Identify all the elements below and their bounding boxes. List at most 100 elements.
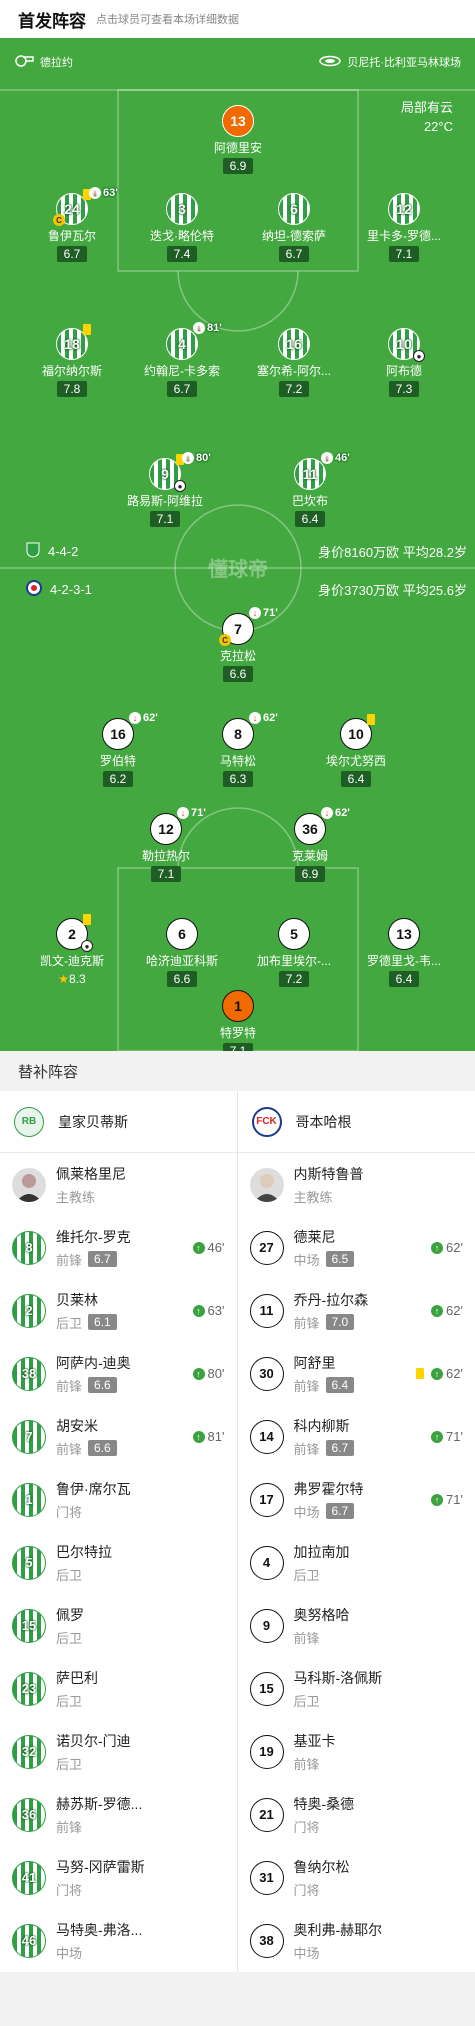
sub-player-row[interactable]: 21 特奥-桑德 门将 bbox=[238, 1783, 475, 1846]
away-player[interactable]: 10 埃尔尤努西 6.4 bbox=[306, 714, 406, 788]
sub-player-row[interactable]: 36 赫苏斯-罗德... 前锋 bbox=[0, 1783, 237, 1846]
shirt-number: 13 bbox=[230, 113, 246, 129]
sub-off: ↓ 62' bbox=[321, 807, 350, 819]
sub-name: 赫苏斯-罗德... bbox=[56, 1795, 143, 1812]
sub-name: 佩罗 bbox=[56, 1606, 84, 1623]
shirt-number: 9 bbox=[161, 466, 169, 482]
sub-position: 后卫 bbox=[56, 1567, 83, 1583]
sub-player-row[interactable]: 14 科内柳斯 前锋 6.7 ↑ 71' bbox=[238, 1405, 475, 1468]
rating: ★8.3 bbox=[53, 971, 90, 987]
shirt-icon: 12 ↓ 71' bbox=[150, 807, 206, 845]
shirt-number: 38 bbox=[259, 1933, 274, 1948]
sub-minute: 71' bbox=[263, 607, 278, 619]
sub-player-row[interactable]: 32 诺贝尔-门迪 后卫 bbox=[0, 1720, 237, 1783]
away-player[interactable]: 1 特罗特 7.1 bbox=[188, 990, 288, 1051]
sub-player-row[interactable]: 41 马努-冈萨雷斯 门将 bbox=[0, 1846, 237, 1909]
sub-player-row[interactable]: 4 加拉南加 后卫 bbox=[238, 1531, 475, 1594]
shirt-number: 12 bbox=[396, 201, 412, 217]
shirt-icon: 12 bbox=[388, 193, 420, 225]
sub-in-minute: 71' bbox=[446, 1429, 463, 1444]
shirt-icon: 5 bbox=[12, 1545, 46, 1580]
away-player[interactable]: 5 加布里埃尔-... 7.2 bbox=[244, 918, 344, 988]
player-name: 哈济迪亚科斯 bbox=[145, 954, 218, 968]
shirt-icon: 9 ● ↓ 80' bbox=[149, 452, 211, 492]
sub-player-row[interactable]: 31 鲁纳尔松 门将 bbox=[238, 1846, 475, 1909]
sub-name: 胡安米 bbox=[56, 1417, 98, 1434]
away-player[interactable]: 7 C ↓ 71' 克拉松 6.6 bbox=[188, 607, 288, 683]
sub-player-row[interactable]: 38 奥利弗-赫耶尔 中场 bbox=[238, 1909, 475, 1972]
rating: 7.4 bbox=[167, 246, 197, 262]
away-player[interactable]: 8 ↓ 62' 马特松 6.3 bbox=[188, 712, 288, 788]
away-player[interactable]: 16 ↓ 62' 罗伯特 6.2 bbox=[68, 712, 168, 788]
sub-player-row[interactable]: 23 萨巴利 后卫 bbox=[0, 1657, 237, 1720]
away-player[interactable]: 2 ● 凯文-迪克斯 ★8.3 bbox=[22, 914, 122, 988]
sub-player-row[interactable]: 38 阿萨内-迪奥 前锋 6.6 ↑ 80' bbox=[0, 1342, 237, 1405]
shirt-number: 32 bbox=[21, 1744, 37, 1759]
sub-player-row[interactable]: 2 贝莱林 后卫 6.1 ↑ 63' bbox=[0, 1279, 237, 1342]
sub-player-row[interactable]: 5 巴尔特拉 后卫 bbox=[0, 1531, 237, 1594]
sub-player-row[interactable]: 7 胡安米 前锋 6.6 ↑ 81' bbox=[0, 1405, 237, 1468]
shirt-number: 16 bbox=[110, 726, 126, 742]
home-player[interactable]: 6 纳坦-德索萨 6.7 bbox=[244, 193, 344, 263]
shirt-icon: 23 bbox=[12, 1671, 46, 1706]
sub-in-minute: 71' bbox=[446, 1492, 463, 1507]
home-player[interactable]: 24 C ↓ 63' 鲁伊瓦尔 6.7 bbox=[22, 187, 122, 263]
away-player[interactable]: 6 哈济迪亚科斯 6.6 bbox=[132, 918, 232, 988]
home-player[interactable]: 16 塞尔希-阿尔... 7.2 bbox=[244, 328, 344, 398]
shirt-number: 19 bbox=[259, 1744, 274, 1759]
sub-in-minute: 81' bbox=[207, 1429, 225, 1444]
sub-out-icon: ↓ bbox=[321, 807, 333, 819]
sub-player-row[interactable]: 46 马特奥-弗洛... 中场 bbox=[0, 1909, 237, 1972]
shirt-number: 27 bbox=[259, 1240, 274, 1255]
sub-player-row[interactable]: 19 基亚卡 前锋 bbox=[238, 1720, 475, 1783]
sub-player-row[interactable]: 17 弗罗霍尔特 中场 6.7 ↑ 71' bbox=[238, 1468, 475, 1531]
sub-in-minute: 63' bbox=[207, 1303, 225, 1318]
sub-player-row[interactable]: 15 马科斯-洛佩斯 后卫 bbox=[238, 1657, 475, 1720]
player-name: 克拉松 bbox=[219, 649, 256, 663]
away-player[interactable]: 12 ↓ 71' 勒拉热尔 7.1 bbox=[116, 807, 216, 883]
sub-in-icon: ↑ bbox=[431, 1430, 444, 1443]
sub-out-icon: ↓ bbox=[249, 712, 261, 724]
sub-player-row[interactable]: 9 奥努格哈 前锋 bbox=[238, 1594, 475, 1657]
sub-name: 马科斯-洛佩斯 bbox=[293, 1669, 383, 1686]
shirt-number: 10 bbox=[396, 336, 412, 352]
sub-minute: 62' bbox=[263, 712, 278, 724]
home-player[interactable]: 4 ↓ 81' 约翰尼-卡多索 6.7 bbox=[132, 322, 232, 398]
sub-player-row[interactable]: 27 德莱尼 中场 6.5 ↑ 62' bbox=[238, 1216, 475, 1279]
home-player[interactable]: 18 福尔纳尔斯 7.8 bbox=[22, 324, 122, 398]
sub-out-icon: ↓ bbox=[249, 607, 261, 619]
home-player[interactable]: 11 ↓ 46' 巴坎布 6.4 bbox=[260, 452, 360, 528]
sub-player-row[interactable]: 30 阿舒里 前锋 6.4 ↑ 62' bbox=[238, 1342, 475, 1405]
home-player[interactable]: 12 里卡多-罗德... 7.1 bbox=[354, 193, 454, 263]
shirt-icon: 8 ↓ 62' bbox=[222, 712, 278, 750]
home-player[interactable]: 9 ● ↓ 80' 路易斯-阿维拉 7.1 bbox=[115, 452, 215, 528]
shirt-number: 4 bbox=[262, 1555, 271, 1570]
home-player[interactable]: 10 ● 阿布德 7.3 bbox=[354, 328, 454, 398]
sub-position: 门将 bbox=[56, 1504, 83, 1520]
home-player[interactable]: 13 阿德里安 6.9 bbox=[188, 105, 288, 175]
away-player[interactable]: 36 ↓ 62' 克莱姆 6.9 bbox=[260, 807, 360, 883]
home-coach-row[interactable]: 佩莱格里尼 主教练 bbox=[0, 1153, 237, 1216]
away-coach-row[interactable]: 内斯特鲁普 主教练 bbox=[238, 1153, 475, 1216]
sub-minute: 71' bbox=[191, 807, 206, 819]
sub-player-row[interactable]: 15 佩罗 后卫 bbox=[0, 1594, 237, 1657]
sub-player-row[interactable]: 8 维托尔-罗克 前锋 6.7 ↑ 46' bbox=[0, 1216, 237, 1279]
away-player[interactable]: 13 罗德里戈-韦... 6.4 bbox=[354, 918, 454, 988]
sub-player-row[interactable]: 11 乔丹-拉尔森 前锋 7.0 ↑ 62' bbox=[238, 1279, 475, 1342]
sub-position: 后卫 bbox=[56, 1756, 83, 1772]
sub-in: ↑ 71' bbox=[431, 1429, 463, 1444]
sub-name: 阿舒里 bbox=[293, 1354, 336, 1371]
home-team-row[interactable]: RB 皇家贝蒂斯 bbox=[0, 1091, 237, 1153]
shirt-number: 21 bbox=[259, 1807, 274, 1822]
home-value: 身价8160万欧 平均28.2岁 bbox=[318, 542, 467, 561]
sub-in: ↑ 46' bbox=[192, 1240, 225, 1255]
shirt-number: 6 bbox=[178, 926, 186, 942]
home-player[interactable]: 3 迭戈·略伦特 7.4 bbox=[132, 193, 232, 263]
ball-icon: ● bbox=[413, 350, 425, 362]
sub-player-row[interactable]: 1 鲁伊·席尔瓦 门将 bbox=[0, 1468, 237, 1531]
away-team-row[interactable]: FCK 哥本哈根 bbox=[237, 1091, 475, 1153]
sub-in: ↑ 71' bbox=[431, 1492, 463, 1507]
shirt-number: 3 bbox=[178, 201, 186, 217]
sub-name: 萨巴利 bbox=[56, 1669, 98, 1686]
shirt-icon: 27 bbox=[249, 1230, 284, 1265]
